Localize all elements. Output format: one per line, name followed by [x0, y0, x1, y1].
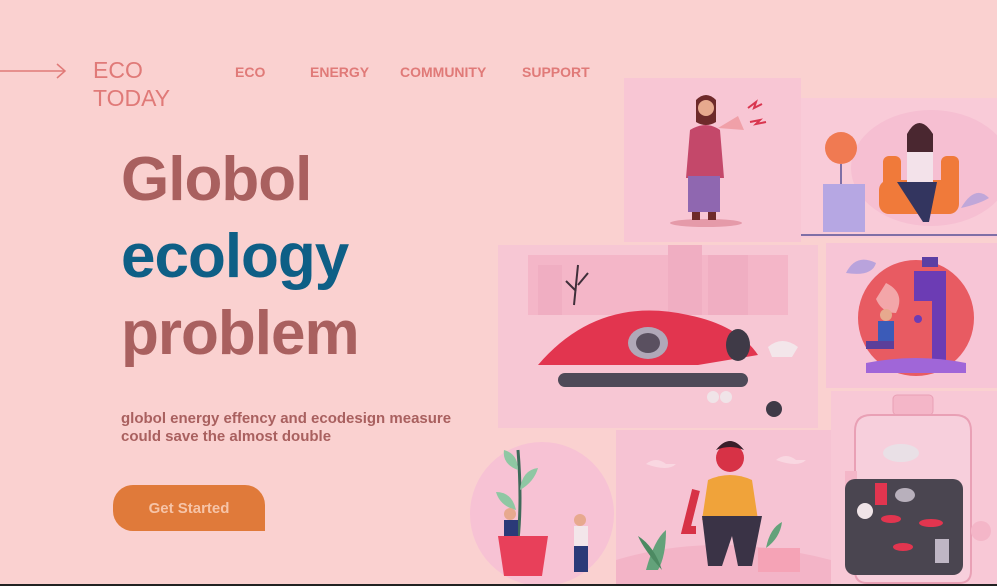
- brand-line-1: ECO: [93, 57, 143, 83]
- hero-title-line-2: ecology: [121, 222, 349, 291]
- hero-title-line-1: Globol: [121, 145, 312, 214]
- get-started-button[interactable]: Get Started: [113, 485, 265, 531]
- plastic-bottle-ocean-illustration: [831, 391, 997, 586]
- globe-faucet-illustration: [826, 243, 997, 388]
- hero-subtitle: globol energy effency and ecodesign meas…: [121, 410, 452, 445]
- brand-line-2: TODAY: [93, 85, 171, 111]
- nav-item-energy[interactable]: ENERGY: [310, 64, 369, 80]
- nav-item-eco[interactable]: ECO: [235, 64, 265, 80]
- people-watering-plant-illustration: [468, 440, 616, 586]
- woman-megaphone-illustration: [624, 78, 801, 242]
- sad-man-sitting-illustration: [616, 430, 831, 586]
- woman-armchair-heater-illustration: [801, 98, 997, 238]
- hero-title-line-3: problem: [121, 299, 360, 368]
- polluted-river-factory-illustration: [498, 245, 818, 428]
- brand-logo[interactable]: ECO TODAY: [93, 56, 170, 112]
- nav-item-support[interactable]: SUPPORT: [522, 64, 590, 80]
- nav-item-community[interactable]: COMMUNITY: [400, 64, 486, 80]
- arrow-right-icon: [0, 63, 67, 79]
